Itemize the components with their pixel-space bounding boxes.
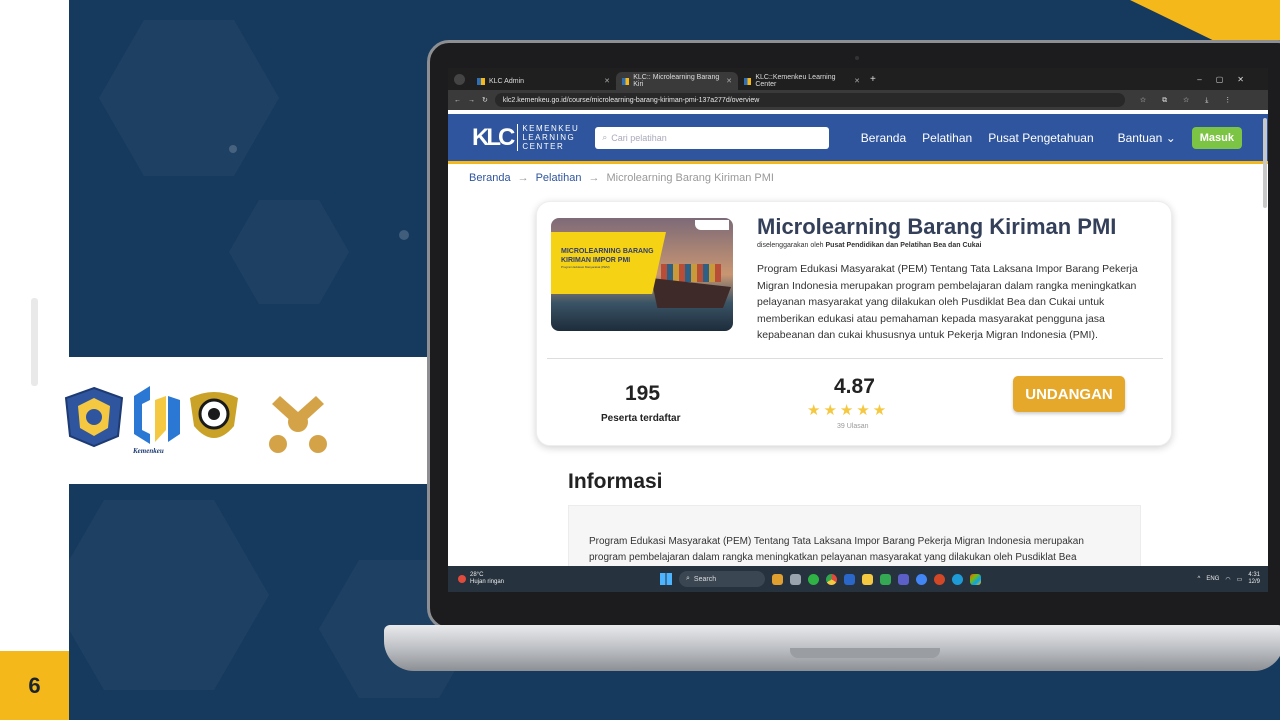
teams-icon[interactable] xyxy=(898,573,909,585)
windows-taskbar: 28°C Hujan ringan ⌕ Search ^ ENG ◠ ▭ 4:3… xyxy=(448,566,1268,592)
url-field[interactable]: klc2.kemenkeu.go.id/course/microlearning… xyxy=(494,93,1125,107)
rating-value: 4.87 xyxy=(834,375,875,398)
taskbar-search[interactable]: ⌕ Search xyxy=(679,571,765,587)
windows-start-icon[interactable] xyxy=(660,573,672,585)
breadcrumb-courses[interactable]: Pelatihan xyxy=(536,172,582,184)
review-count: 39 Ulasan xyxy=(837,423,869,430)
info-text: Program Edukasi Masyarakat (PEM) Tentang… xyxy=(589,536,1084,563)
tab-klc-center[interactable]: KLC::Kemenkeu Learning Center ✕ xyxy=(738,72,866,90)
close-icon[interactable]: ✕ xyxy=(604,77,610,85)
forward-icon[interactable]: → xyxy=(468,97,475,104)
powerpoint-icon[interactable] xyxy=(934,573,945,585)
page-scrollbar[interactable] xyxy=(1263,118,1267,208)
klc-favicon-icon xyxy=(744,77,752,85)
app-icon[interactable] xyxy=(772,573,783,585)
battery-icon[interactable]: ▭ xyxy=(1237,576,1243,583)
breadcrumb-home[interactable]: Beranda xyxy=(469,172,511,184)
course-description: Program Edukasi Masyarakat (PEM) Tentang… xyxy=(757,263,1138,341)
toolbar-icons[interactable]: ☆ ⧉ ☆ ⤓ ⋮ xyxy=(1140,96,1238,105)
search-icon: ⌕ xyxy=(602,132,608,142)
rating-stars-icon: ★★★★★ xyxy=(807,402,890,419)
close-icon[interactable]: ✕ xyxy=(726,77,732,85)
new-tab-icon[interactable]: + xyxy=(870,74,876,85)
clock[interactable]: 4:31 12/9 xyxy=(1248,572,1260,586)
file-explorer-icon[interactable] xyxy=(862,573,873,585)
site-header: KLC KEMENKEU LEARNING CENTER ⌕ Cari pela… xyxy=(448,114,1268,164)
course-title: Microlearning Barang Kiriman PMI xyxy=(757,214,1117,239)
back-icon[interactable]: ← xyxy=(454,97,461,104)
klc-favicon-icon xyxy=(622,77,630,85)
copilot-icon[interactable] xyxy=(970,573,981,585)
login-button[interactable]: Masuk xyxy=(1191,126,1242,149)
arrow-right-icon: → xyxy=(517,172,529,184)
edge-icon[interactable] xyxy=(952,573,963,585)
kemenkeu-emblem xyxy=(64,386,124,448)
participants-count: 195 xyxy=(625,382,661,405)
container-stack xyxy=(661,264,721,282)
strip-bar xyxy=(31,298,38,386)
drive-icon[interactable] xyxy=(880,573,891,585)
bea-cukai-emblem xyxy=(190,392,238,438)
task-view-icon[interactable] xyxy=(790,573,801,585)
nav-bantuan[interactable]: Bantuan ⌄ xyxy=(1118,131,1176,145)
reload-icon[interactable]: ↻ xyxy=(482,96,488,104)
cargo-ship xyxy=(651,278,731,308)
whatsapp-icon[interactable] xyxy=(808,573,819,585)
search-input[interactable]: ⌕ Cari pelatihan xyxy=(595,126,830,149)
window-controls-icon[interactable]: –▢✕ xyxy=(1197,75,1258,84)
tab-klc-admin[interactable]: KLC Admin ✕ xyxy=(471,72,616,90)
course-organizer: diselenggarakan oleh Pusat Pendidikan da… xyxy=(757,242,982,249)
system-tray: ^ ENG ◠ ▭ 4:31 12/9 xyxy=(1197,572,1260,586)
nav-beranda[interactable]: Beranda xyxy=(861,131,906,145)
course-card: MICROLEARNING BARANG KIRIMAN IMPOR PMI P… xyxy=(536,201,1172,446)
tab-microlearning[interactable]: KLC:: Microlearning Barang Kiri ✕ xyxy=(616,72,738,90)
participants-label: Peserta terdaftar xyxy=(601,413,681,424)
laptop-camera xyxy=(855,56,859,60)
arrow-right-icon: → xyxy=(588,172,600,184)
page-number: 6 xyxy=(0,651,69,720)
google-icon[interactable] xyxy=(916,573,927,585)
divider xyxy=(547,358,1163,359)
breadcrumb: Beranda → Pelatihan → Microlearning Bara… xyxy=(469,172,774,184)
laptop-notch xyxy=(790,648,940,658)
nav-pelatihan[interactable]: Pelatihan xyxy=(922,131,972,145)
tab-list-icon[interactable] xyxy=(454,73,465,85)
chevron-up-icon[interactable]: ^ xyxy=(1198,576,1201,582)
thumbnail-badge-icons xyxy=(695,220,729,230)
chrome-icon[interactable] xyxy=(826,573,837,585)
taskbar-apps: ⌕ Search xyxy=(660,571,981,587)
breadcrumb-current: Microlearning Barang Kiriman PMI xyxy=(606,172,774,184)
svg-text:Kemenkeu: Kemenkeu xyxy=(132,447,164,455)
klc-flower-logo xyxy=(269,396,327,453)
weather-icon xyxy=(458,575,466,583)
laptop-screen: KLC Admin ✕ KLC:: Microlearning Barang K… xyxy=(448,68,1268,592)
weather-widget[interactable]: 28°C Hujan ringan xyxy=(458,572,504,586)
klc-favicon-icon xyxy=(477,77,485,85)
klc-logo-text: KEMENKEU LEARNING CENTER xyxy=(517,124,579,151)
browser-addressbar: ← → ↻ klc2.kemenkeu.go.id/course/microle… xyxy=(448,90,1268,110)
klc-logo[interactable]: KLC KEMENKEU LEARNING CENTER xyxy=(472,124,579,152)
wifi-icon[interactable]: ◠ xyxy=(1225,576,1230,583)
close-icon[interactable]: ✕ xyxy=(854,77,860,85)
corpu-logo: Kemenkeu xyxy=(132,386,180,455)
institution-logos: Kemenkeu xyxy=(64,386,327,455)
word-icon[interactable] xyxy=(844,573,855,585)
browser-tabbar: KLC Admin ✕ KLC:: Microlearning Barang K… xyxy=(448,68,1268,90)
nav-pusat-pengetahuan[interactable]: Pusat Pengetahuan xyxy=(988,131,1093,145)
main-nav: Beranda Pelatihan Pusat Pengetahuan Bant… xyxy=(861,126,1242,149)
search-icon: ⌕ xyxy=(686,575,690,582)
chevron-down-icon: ⌄ xyxy=(1165,130,1176,145)
info-heading: Informasi xyxy=(568,470,663,493)
course-thumbnail: MICROLEARNING BARANG KIRIMAN IMPOR PMI P… xyxy=(551,218,733,331)
thumbnail-banner: MICROLEARNING BARANG KIRIMAN IMPOR PMI P… xyxy=(551,232,666,294)
invite-button[interactable]: UNDANGAN xyxy=(1013,376,1125,412)
